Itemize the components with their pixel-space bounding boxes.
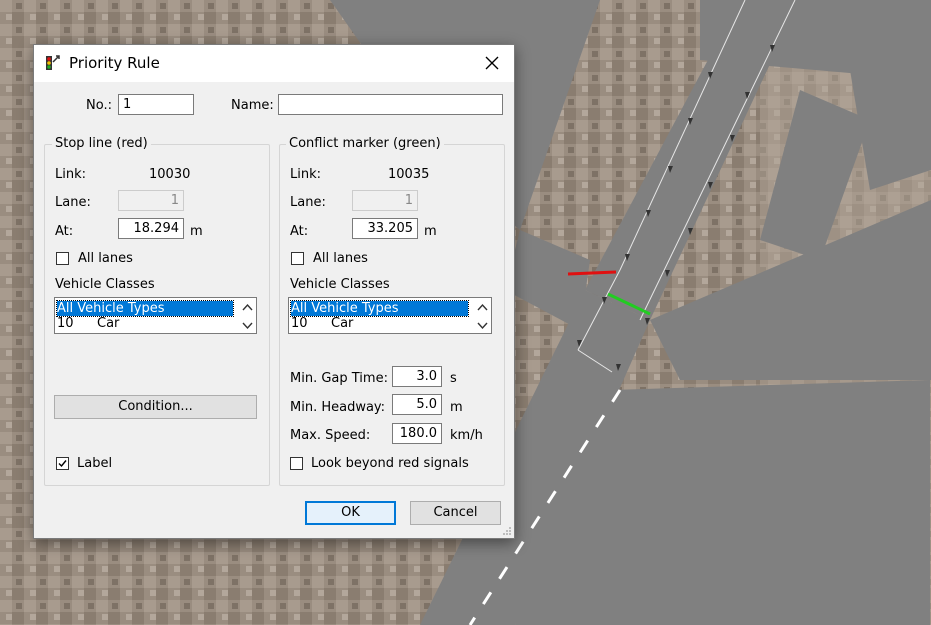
title-bar[interactable]: Priority Rule: [34, 45, 514, 82]
conflict-vehicle-classes-list[interactable]: All Vehicle Types 10 Car: [288, 297, 492, 334]
list-item[interactable]: All Vehicle Types: [56, 300, 234, 317]
min-headway-unit: m: [450, 400, 463, 415]
name-label: Name:: [231, 98, 274, 113]
list-item[interactable]: 10 Car: [291, 316, 353, 331]
conflict-at-field[interactable]: 33.205: [352, 218, 418, 239]
stop-vehicle-classes-list[interactable]: All Vehicle Types 10 Car: [54, 297, 257, 334]
resize-grip-icon[interactable]: [502, 526, 512, 536]
no-label: No.:: [86, 98, 112, 113]
scroll-arrows-icon: [242, 303, 253, 330]
condition-button[interactable]: Condition...: [54, 395, 257, 419]
stop-line-marker[interactable]: [567, 270, 617, 276]
conflict-at-label: At:: [290, 224, 309, 239]
min-gap-time-label: Min. Gap Time:: [290, 371, 388, 386]
stop-vehicle-classes-label: Vehicle Classes: [55, 277, 155, 292]
label-checkbox[interactable]: [56, 457, 69, 470]
conflict-marker-group-title: Conflict marker (green): [286, 136, 444, 151]
max-speed-label: Max. Speed:: [290, 428, 371, 443]
ok-button[interactable]: OK: [305, 501, 396, 525]
no-field[interactable]: 1: [118, 94, 194, 115]
scrollbar[interactable]: [239, 298, 256, 333]
dialog-title: Priority Rule: [69, 54, 160, 72]
conflict-link-value: 10035: [388, 167, 430, 182]
conflict-lane-field: 1: [352, 190, 418, 211]
list-item[interactable]: All Vehicle Types: [290, 300, 469, 317]
conflict-lane-label: Lane:: [290, 195, 326, 210]
min-headway-label: Min. Headway:: [290, 400, 386, 415]
conflict-all-lanes-checkbox[interactable]: [291, 252, 304, 265]
label-checkbox-label: Label: [77, 456, 113, 471]
conflict-vehicle-classes-label: Vehicle Classes: [290, 277, 390, 292]
scroll-arrows-icon: [477, 303, 488, 330]
list-item[interactable]: 10 Car: [57, 316, 119, 331]
stop-link-label: Link:: [55, 167, 87, 182]
stop-at-label: At:: [55, 224, 74, 239]
max-speed-field[interactable]: 180.0: [392, 423, 442, 444]
look-beyond-red-checkbox[interactable]: [290, 457, 303, 470]
stop-all-lanes-checkbox[interactable]: [56, 252, 69, 265]
stop-link-value: 10030: [149, 167, 191, 182]
name-field[interactable]: [278, 94, 503, 115]
stop-lane-field: 1: [118, 190, 184, 211]
conflict-at-unit: m: [424, 224, 437, 239]
cancel-button[interactable]: Cancel: [410, 501, 501, 525]
conflict-all-lanes-label: All lanes: [313, 251, 368, 266]
stop-lane-label: Lane:: [55, 195, 91, 210]
stop-at-unit: m: [190, 224, 203, 239]
priority-rule-dialog: Priority Rule No.: 1 Name: Stop line (re…: [33, 44, 515, 539]
stop-all-lanes-label: All lanes: [78, 251, 133, 266]
max-speed-unit: km/h: [450, 428, 483, 443]
stop-line-group-title: Stop line (red): [52, 136, 151, 151]
stop-at-field[interactable]: 18.294: [118, 218, 184, 239]
look-beyond-red-label: Look beyond red signals: [311, 456, 469, 471]
close-button[interactable]: [470, 45, 514, 81]
scrollbar[interactable]: [474, 298, 491, 333]
min-headway-field[interactable]: 5.0: [392, 394, 442, 415]
conflict-link-label: Link:: [290, 167, 322, 182]
min-gap-time-field[interactable]: 3.0: [392, 366, 442, 387]
checkmark-icon: [58, 460, 67, 468]
min-gap-time-unit: s: [450, 371, 457, 386]
traffic-signal-icon: [46, 55, 60, 70]
close-icon: [485, 56, 499, 70]
